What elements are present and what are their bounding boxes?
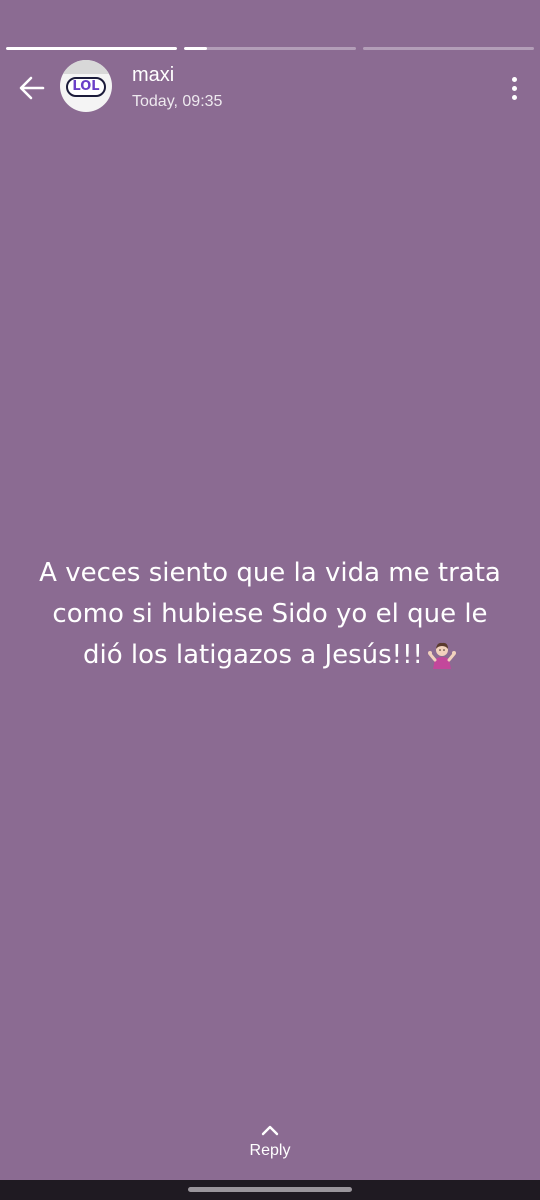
avatar-logo-text: LOL [66, 77, 106, 97]
chevron-up-icon [261, 1125, 279, 1136]
reply-label: Reply [249, 1142, 291, 1159]
status-header: LOL maxi Today, 09:35 [0, 58, 540, 118]
more-vertical-icon [511, 76, 517, 82]
avatar-shade [60, 60, 112, 74]
reply-button[interactable]: Reply [230, 1124, 310, 1170]
system-navigation-bar [0, 1180, 540, 1200]
avatar-logo: LOL [65, 75, 107, 99]
back-button[interactable] [14, 70, 50, 106]
story-progress [6, 47, 534, 51]
home-gesture-handle[interactable] [188, 1187, 352, 1192]
status-line-3: dió los latigazos a Jesús!!! [83, 640, 423, 670]
progress-segment-3 [362, 47, 534, 50]
person-shrugging-icon [427, 642, 456, 669]
contact-name[interactable]: maxi [132, 64, 174, 87]
more-vertical-icon-dot [511, 94, 517, 100]
more-vertical-icon-dot [511, 85, 517, 91]
progress-segment-2 [184, 47, 356, 50]
progress-segment-1 [6, 47, 178, 50]
progress-fill-1 [6, 47, 178, 50]
status-line-1: A veces siento que la vida me trata [39, 558, 501, 588]
status-line-3-wrap: dió los latigazos a Jesús!!! [20, 635, 520, 676]
status-line-2: como si hubiese Sido yo el que le [52, 599, 488, 629]
status-timestamp: Today, 09:35 [132, 93, 223, 110]
more-options-button[interactable] [502, 70, 526, 106]
status-viewer: LOL maxi Today, 09:35 A veces siento que… [0, 0, 540, 1200]
avatar[interactable]: LOL [60, 60, 112, 112]
status-text-block: A veces siento que la vida me trata como… [20, 553, 520, 676]
progress-fill-2 [184, 47, 207, 50]
arrow-left-icon [19, 76, 45, 100]
